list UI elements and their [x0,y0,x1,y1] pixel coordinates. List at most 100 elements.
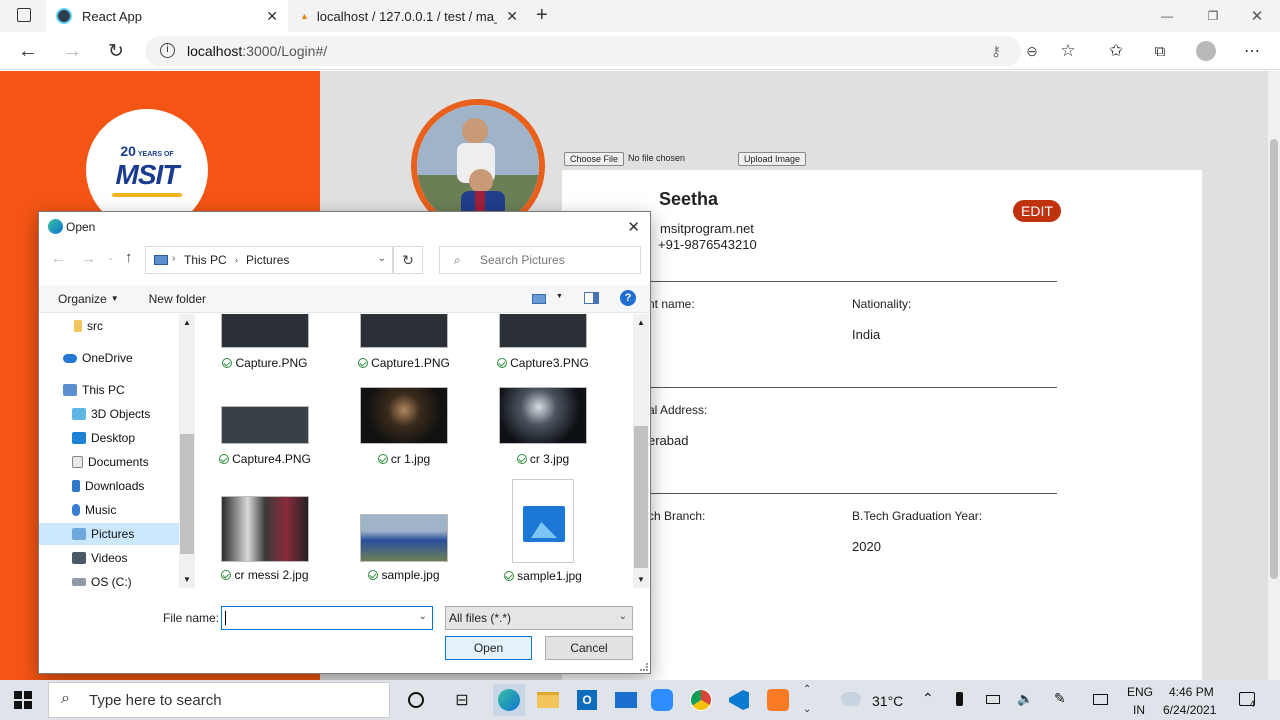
dialog-close-icon[interactable]: ✕ [627,218,640,236]
file-item[interactable]: cr 1.jpg [344,387,464,466]
show-more-icon[interactable]: ⌃ [803,684,811,695]
cloud-icon [63,353,77,363]
temperature[interactable]: 31°C [872,693,903,709]
clock-time[interactable]: 4:46 PM [1169,685,1214,699]
forward-icon[interactable]: → [57,36,87,66]
recent-locations-icon[interactable]: ⌄ [107,252,115,263]
windows-start-icon[interactable] [14,691,32,709]
cortana-icon[interactable] [400,684,432,716]
nav-scrollbar[interactable]: ▲ ▼ [179,314,195,588]
clock-date[interactable]: 6/24/2021 [1163,703,1216,717]
refresh-icon[interactable]: ↻ [393,246,423,274]
tab-phpmyadmin[interactable]: ▲ localhost / 127.0.0.1 / test / ma_u ✕ [290,0,528,32]
zoom-app-icon[interactable] [646,684,678,716]
files-scrollbar[interactable]: ▲ ▼ [633,314,649,588]
battery-icon[interactable] [986,695,1000,704]
file-item[interactable]: cr 3.jpg [483,387,603,466]
info-icon[interactable]: i [160,43,175,58]
scroll-up-icon[interactable]: ▲ [633,318,649,327]
key-icon[interactable]: ⚷ [981,36,1011,66]
organize-button[interactable]: Organize ▼ [58,292,119,306]
open-button[interactable]: Open [445,636,532,660]
file-item[interactable]: sample.jpg [344,514,464,582]
up-icon[interactable]: ↑ [125,249,133,266]
field-label: al Address: [648,403,708,417]
image-file-icon [512,479,574,563]
tab-close-icon[interactable]: ✕ [506,8,518,25]
zoom-icon[interactable]: ⊖ [1017,36,1047,66]
nav-item-pictures[interactable]: Pictures [39,523,179,545]
breadcrumb-pictures[interactable]: Pictures [246,253,289,267]
nav-label: Documents [88,455,149,469]
sync-check-icon [222,358,233,368]
new-tab-icon[interactable]: + [536,4,548,27]
chevron-down-icon[interactable]: ⌄ [378,253,386,264]
file-item[interactable]: Capture4.PNG [205,406,325,466]
desktop-icon [72,432,86,444]
minimize-icon[interactable]: — [1144,0,1190,32]
task-view-icon[interactable]: ⊟ [446,684,478,716]
back-icon[interactable]: ← [51,250,66,267]
breadcrumb[interactable]: › This PC › Pictures ⌄ [145,246,393,274]
forward-icon[interactable]: → [81,250,96,267]
tab-react-app[interactable]: React App ✕ [46,0,288,32]
file-type-select[interactable]: All files (*.*) ⌄ [445,606,633,630]
file-item[interactable]: cr messi 2.jpg [205,496,325,582]
upload-image-button[interactable]: Upload Image [738,152,807,166]
cancel-button[interactable]: Cancel [545,636,633,660]
breadcrumb-this-pc[interactable]: This PC [184,253,227,267]
file-item[interactable]: Capture3.PNG [483,314,603,370]
taskbar-search-input[interactable]: ⌕ Type here to search [48,682,390,718]
address-bar[interactable]: localhost:3000/Login#/ [145,36,1021,66]
pen-icon[interactable]: ✎ [1054,690,1066,707]
file-item[interactable]: Capture.PNG [205,314,325,370]
more-icon[interactable]: ⋯ [1237,36,1267,66]
file-item[interactable]: Capture1.PNG [344,314,464,370]
tray-overflow-icon[interactable]: ⌃ [922,690,934,707]
file-explorer-icon[interactable] [532,684,564,716]
add-favorite-icon[interactable]: ☆ [1053,36,1083,66]
refresh-icon[interactable]: ↻ [101,36,131,66]
nav-label: OneDrive [82,351,133,365]
profile-avatar[interactable] [1196,41,1216,61]
page-scrollbar[interactable] [1268,71,1280,680]
collections-icon[interactable]: ⧉ [1145,36,1175,66]
resize-grip-icon[interactable] [640,663,648,671]
mail-icon[interactable] [610,684,642,716]
view-options-icon[interactable] [532,294,546,304]
edit-button[interactable]: EDIT [1013,200,1061,222]
tab-close-icon[interactable]: ✕ [266,8,278,25]
vscode-icon[interactable] [723,684,755,716]
help-icon[interactable]: ? [620,290,636,306]
back-icon[interactable]: ← [13,36,43,66]
file-name: sample.jpg [381,568,440,582]
sync-check-icon [504,571,515,581]
scroll-down-icon[interactable]: ▼ [179,575,195,584]
scroll-down-icon[interactable]: ▼ [633,575,649,584]
scroll-up-icon[interactable]: ▲ [179,318,195,327]
language-in[interactable]: IN [1133,703,1145,717]
edge-taskbar-icon[interactable] [493,684,525,716]
xampp-icon[interactable] [762,684,794,716]
new-folder-button[interactable]: New folder [149,292,206,306]
phone-icon[interactable] [956,692,963,706]
file-item[interactable]: sample1.jpg [483,479,603,583]
volume-icon[interactable]: 🔈 [1017,691,1033,707]
tab-actions-icon[interactable] [17,8,31,22]
show-more-down-icon[interactable]: ⌄ [803,704,811,715]
file-name-input[interactable]: ⌄ [221,606,433,630]
dropdown-icon[interactable]: ▼ [556,293,563,300]
outlook-icon[interactable]: O [571,684,603,716]
restore-icon[interactable]: ❐ [1190,0,1236,32]
weather-icon[interactable] [841,692,861,706]
chrome-icon[interactable] [685,684,717,716]
file-name: Capture1.PNG [371,356,450,370]
preview-pane-icon[interactable] [584,292,599,304]
close-window-icon[interactable]: ✕ [1234,0,1280,32]
search-pictures-input[interactable]: ⌕ Search Pictures [439,246,641,274]
chevron-down-icon[interactable]: ⌄ [419,611,427,622]
choose-file-button[interactable]: Choose File [564,152,625,166]
language-eng[interactable]: ENG [1127,685,1153,699]
favorites-icon[interactable]: ✩ [1101,36,1131,66]
keyboard-icon[interactable] [1093,694,1108,705]
